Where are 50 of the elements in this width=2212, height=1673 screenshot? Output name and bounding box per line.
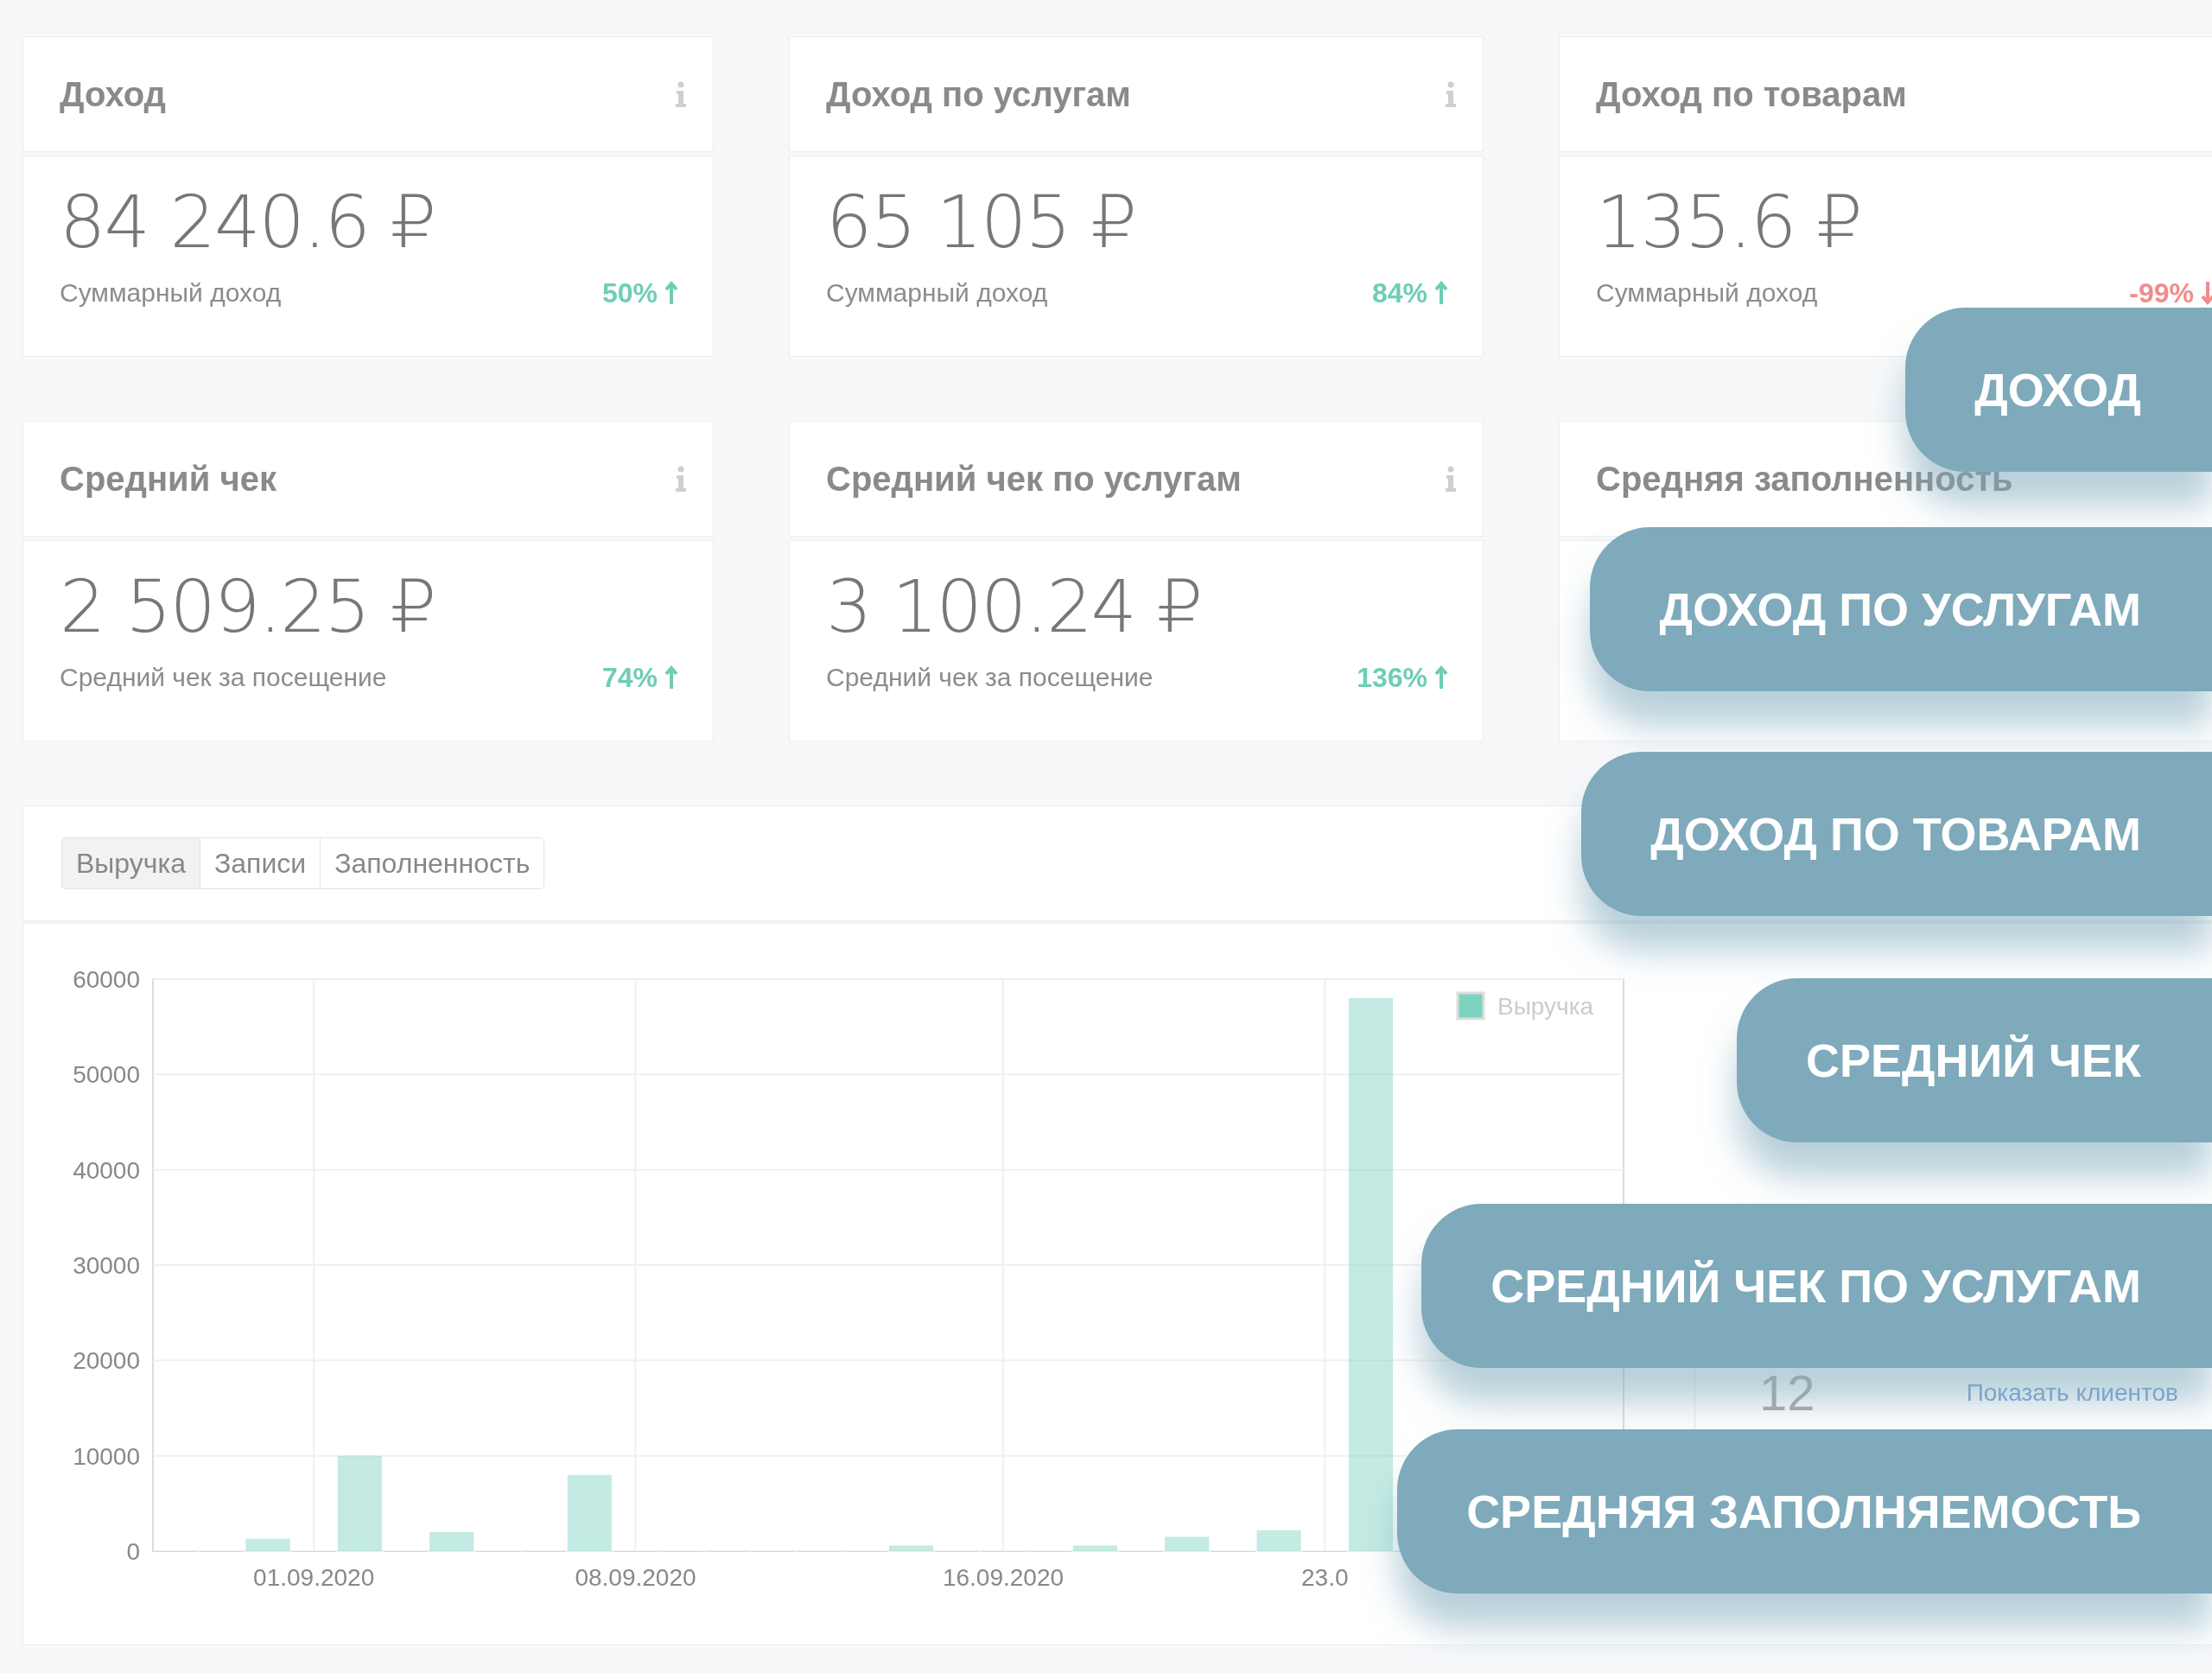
change-percent: 50% [601,276,658,310]
metric-value: 135.6 ₽ [1596,185,1862,258]
arrow-up-icon [664,665,678,690]
arrow-up-icon [1434,280,1448,305]
y-axis-label: 60000 [73,966,140,993]
arrow-down-icon [2201,280,2212,305]
overlay-label: СРЕДНИЙ ЧЕК [1736,978,2212,1142]
metric-value: 2 509.25 ₽ [60,569,436,643]
overlay-label: ДОХОД ПО УСЛУГАМ [1590,527,2212,691]
info-icon[interactable] [675,466,687,492]
metric-caption: Средний чек за посещение [826,662,1154,693]
y-axis-label: 0 [126,1538,140,1565]
card-title: Средний чек [60,459,276,499]
card-title: Доход [60,74,166,115]
x-axis-label: 01.09.2020 [253,1564,375,1591]
metric-caption: Суммарный доход [1596,277,1818,309]
overlay-label: СРЕДНИЙ ЧЕК ПО УСЛУГАМ [1421,1204,2212,1368]
info-icon[interactable] [1445,81,1457,107]
overlay-label: ДОХОД ПО ТОВАРАМ [1581,752,2212,916]
info-icon[interactable] [675,81,687,107]
x-axis-label: 16.09.2020 [942,1564,1065,1591]
metric-caption: Средний чек за посещение [60,662,387,693]
x-axis-label: 08.09.2020 [575,1564,696,1591]
arrow-up-icon [664,280,678,305]
metric-caption: Суммарный доход [60,277,282,309]
card-title: Доход по услугам [826,74,1131,115]
card-title: Средний чек по услугам [826,459,1242,499]
y-axis-label: 50000 [73,1061,140,1089]
change-percent: 136% [1357,660,1427,695]
client-count: 12 [1759,1368,1815,1418]
change-percent: 74% [601,660,658,695]
chart-tab[interactable]: Заполненность [320,838,544,888]
overlay-label: СРЕДНЯЯ ЗАПОЛНЯЕМОСТЬ [1397,1429,2212,1593]
chart-tab[interactable]: Выручка [62,838,200,888]
metric-value: 84 240.6 ₽ [60,185,436,258]
change-percent: -99% [2129,276,2194,310]
metric-value: 65 105 ₽ [826,185,1137,258]
y-axis-label: 30000 [73,1252,140,1279]
card-title: Доход по товарам [1596,74,1907,115]
metric-value: 3 100.24 ₽ [826,569,1203,643]
metric-caption: Суммарный доход [826,277,1048,309]
y-axis-label: 20000 [73,1347,140,1375]
info-icon[interactable] [1445,466,1457,492]
x-axis-label: 23.0 [1301,1564,1349,1591]
overlay-label: ДОХОД [1905,308,2212,472]
change-percent: 84% [1371,276,1427,310]
y-axis-label: 40000 [73,1156,140,1184]
show-clients-link[interactable]: Показать клиентов [1966,1375,2178,1411]
arrow-up-icon [1434,665,1448,690]
y-axis-label: 10000 [73,1442,140,1470]
